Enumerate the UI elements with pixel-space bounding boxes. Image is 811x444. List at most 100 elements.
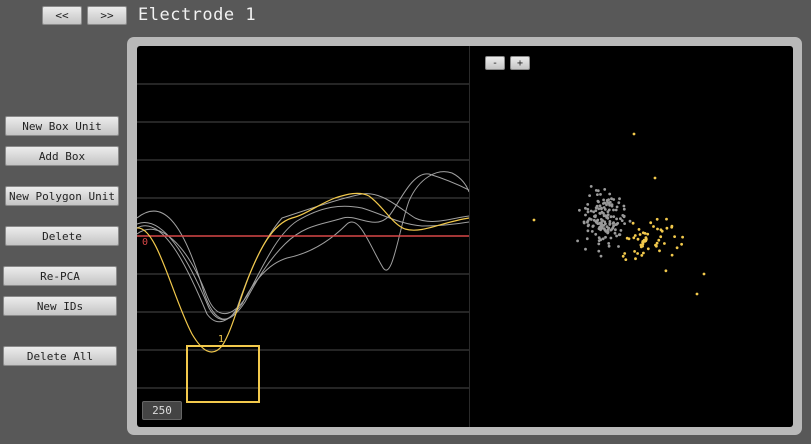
scatter-point <box>619 217 622 221</box>
scatter-point <box>588 194 591 198</box>
scatter-point <box>702 272 706 276</box>
scatter-point <box>600 226 604 230</box>
scatter-point <box>602 227 606 231</box>
scatter-point <box>619 229 623 232</box>
scatter-point <box>603 188 607 191</box>
scatter-point <box>673 235 676 239</box>
new-polygon-unit-button[interactable]: New Polygon Unit <box>5 186 119 206</box>
scatter-point <box>594 189 598 192</box>
scatter-point <box>621 254 625 258</box>
scatter-point <box>608 203 611 207</box>
scatter-point <box>597 222 601 225</box>
scatter-point <box>597 249 601 253</box>
threshold-marker[interactable]: 0 <box>142 237 148 248</box>
scatter-point <box>644 237 648 241</box>
unit-box[interactable] <box>186 345 260 403</box>
scatter-point <box>584 213 587 217</box>
scatter-point <box>605 225 609 229</box>
scatter-point <box>628 219 632 223</box>
scatter-point <box>602 224 606 227</box>
re-pca-button[interactable]: Re-PCA <box>3 266 117 286</box>
scatter-point <box>646 247 650 251</box>
waveform-view[interactable]: 1 0 <box>137 46 469 427</box>
scatter-point <box>603 220 607 224</box>
delete-button[interactable]: Delete <box>5 226 119 246</box>
scatter-point <box>602 214 606 218</box>
scatter-point <box>593 215 597 219</box>
unsorted-points <box>576 185 632 258</box>
scatter-point <box>602 202 605 205</box>
scatter-point <box>597 242 601 246</box>
scatter-point <box>595 219 599 223</box>
scatter-point <box>655 244 658 248</box>
scatter-point <box>620 219 624 223</box>
scatter-point <box>612 198 616 201</box>
scatter-point <box>614 223 617 227</box>
scatter-point <box>641 231 645 235</box>
delete-all-button[interactable]: Delete All <box>3 346 117 366</box>
scatter-point <box>655 217 659 221</box>
scatter-point <box>641 242 645 246</box>
scatter-point <box>664 269 668 273</box>
plot-canvas: 1 0 - + 250 <box>137 46 793 427</box>
scatter-point <box>615 205 619 209</box>
scatter-point <box>606 213 610 217</box>
scatter-point <box>532 218 536 222</box>
scatter-point <box>636 252 639 255</box>
scatter-point <box>653 176 657 180</box>
new-ids-button[interactable]: New IDs <box>3 296 117 316</box>
scatter-point <box>632 236 636 240</box>
scatter-point <box>595 221 598 224</box>
scatter-point <box>591 225 595 228</box>
scatter-point <box>614 228 617 232</box>
scatter-point <box>605 215 609 218</box>
scatter-point <box>608 222 612 225</box>
waveform-trace <box>137 171 469 323</box>
scatter-point <box>599 218 603 221</box>
scatter-point <box>586 220 589 224</box>
scatter-point <box>606 210 610 214</box>
scatter-point <box>656 227 659 231</box>
scatter-point <box>600 221 603 224</box>
scatter-point <box>641 241 644 244</box>
scatter-point <box>608 220 612 223</box>
scatter-point <box>608 200 612 204</box>
scatter-point <box>596 218 600 222</box>
scatter-point <box>598 225 602 229</box>
scatter-point <box>599 224 603 228</box>
scatter-point <box>609 236 613 240</box>
time-window-button[interactable]: 250 <box>142 401 182 420</box>
scatter-point <box>588 217 591 221</box>
scatter-point <box>644 239 648 243</box>
scatter-point <box>606 230 610 234</box>
scatter-point <box>612 221 615 225</box>
scatter-point <box>642 251 645 255</box>
new-box-unit-button[interactable]: New Box Unit <box>5 116 119 136</box>
scatter-point <box>592 218 596 222</box>
scatter-point <box>612 208 615 212</box>
scatter-point <box>598 204 602 208</box>
scatter-point <box>663 242 666 245</box>
scatter-point <box>612 215 616 219</box>
zoom-out-button[interactable]: - <box>485 56 505 70</box>
scatter-point <box>596 193 599 197</box>
add-box-button[interactable]: Add Box <box>5 146 119 166</box>
next-electrode-button[interactable]: >> <box>87 6 127 25</box>
scatter-point <box>654 243 657 247</box>
scatter-point <box>615 222 619 226</box>
scatter-point <box>596 199 600 203</box>
scatter-point <box>644 238 648 242</box>
scatter-point <box>612 224 615 228</box>
scatter-point <box>622 204 626 208</box>
scatter-point <box>601 237 605 241</box>
electrode-title: Electrode 1 <box>138 5 257 25</box>
zoom-in-button[interactable]: + <box>510 56 530 70</box>
scatter-point <box>607 202 611 205</box>
scatter-point <box>621 214 625 217</box>
scatter-point <box>600 206 603 210</box>
scatter-point <box>599 238 603 242</box>
scatter-point <box>660 229 664 233</box>
prev-electrode-button[interactable]: << <box>42 6 82 25</box>
scatter-point <box>606 228 610 232</box>
scatter-point <box>597 239 601 243</box>
